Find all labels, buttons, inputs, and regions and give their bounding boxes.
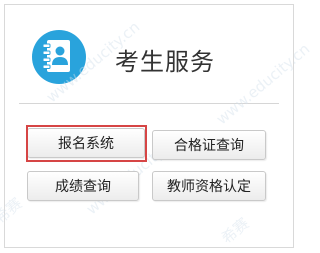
panel-title: 考生服务 xyxy=(115,48,215,76)
watermark-brand: 希赛 xyxy=(218,214,253,248)
watermark-text: www.educity.cn xyxy=(212,39,314,129)
divider xyxy=(19,103,279,104)
registration-system-button[interactable]: 报名系统 xyxy=(27,128,145,158)
certificate-query-button[interactable]: 合格证查询 xyxy=(152,130,266,160)
exam-services-panel: 考生服务 www.educity.cn www.educity.cn www.e… xyxy=(0,4,313,248)
score-query-button[interactable]: 成绩查询 xyxy=(27,171,139,201)
contact-book-icon xyxy=(31,29,87,85)
teacher-qualification-button[interactable]: 教师资格认定 xyxy=(152,171,266,201)
watermark-brand: 希赛 xyxy=(0,194,26,228)
